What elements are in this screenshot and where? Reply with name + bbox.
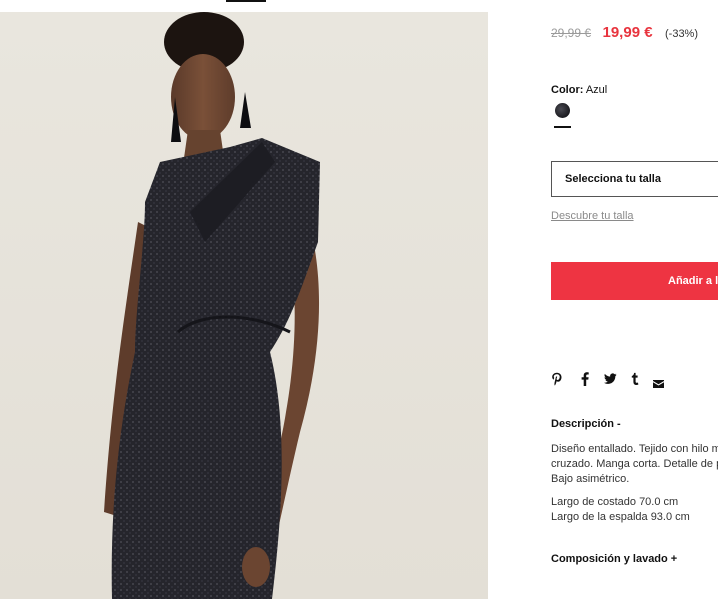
twitter-icon[interactable] [604,372,617,390]
model-illustration [104,12,320,599]
description-text: Diseño entallado. Tejido con hilo metali… [551,442,718,487]
selected-swatch-indicator [554,126,571,128]
size-select[interactable]: Selecciona tu talla [551,161,718,197]
composition-toggle[interactable]: Composición y lavado + [551,553,677,565]
color-swatch[interactable] [555,103,570,118]
old-price: 29,99 € [551,26,592,40]
measurements: Largo de costado 70.0 cm Largo de la esp… [551,495,690,525]
description-line: Diseño entallado. Tejido con hilo metali… [551,443,718,455]
description-title[interactable]: Descripción - [551,418,621,430]
top-strip [0,0,718,12]
facebook-icon[interactable] [581,372,589,391]
tumblr-icon[interactable] [631,372,639,390]
price-row: 29,99 € 19,99 € (-33%) [551,24,698,42]
color-label-row: Color: Azul [551,84,607,96]
discount-badge: (-33%) [665,28,699,40]
current-price: 19,99 € [602,24,653,41]
add-to-cart-button[interactable]: Añadir a la cesta [551,262,718,300]
description-line: Bajo asimétrico. [551,473,630,485]
active-tab-indicator [226,0,266,2]
mail-icon[interactable] [653,375,664,393]
size-guide-link[interactable]: Descubre tu talla [551,210,634,222]
pinterest-icon[interactable] [551,372,563,391]
color-value: Azul [585,84,608,96]
product-image[interactable] [0,12,488,599]
measure-side: Largo de costado 70.0 cm [551,496,679,508]
color-label: Color: [551,84,584,96]
product-info-panel: 29,99 € 19,99 € (-33%) Color: Azul Selec… [488,12,718,599]
description-line: cruzado. Manga corta. Detalle de pliegue… [551,458,718,470]
measure-back: Largo de la espalda 93.0 cm [551,511,690,523]
